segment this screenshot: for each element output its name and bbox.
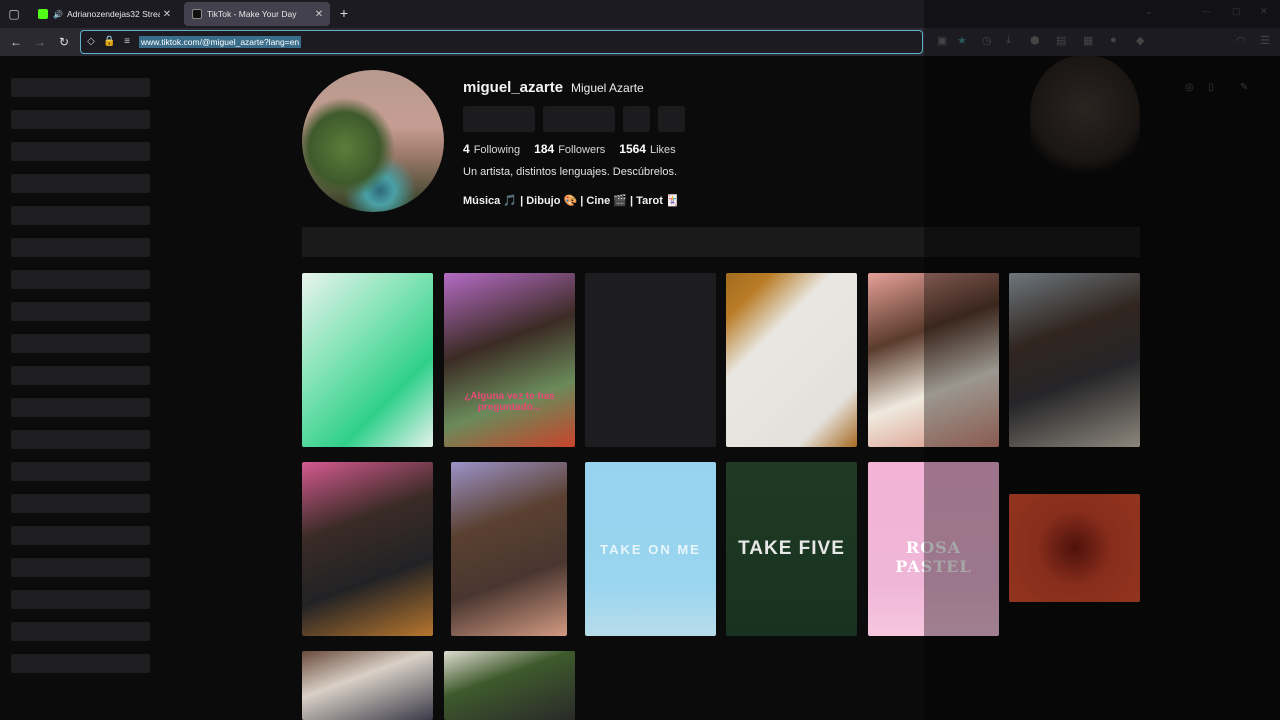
profile-bio-links: Música 🎵 | Dibujo 🎨 | Cine 🎬 | Tarot 🃏: [463, 195, 680, 207]
message-button-placeholder[interactable]: [543, 106, 615, 132]
new-tab-icon[interactable]: +: [336, 6, 352, 22]
settings-icon: ◎: [1185, 82, 1194, 93]
likes-label: Likes: [649, 144, 676, 156]
sidebar-placeholder: [11, 398, 150, 417]
close-tab-icon[interactable]: ✕: [160, 9, 174, 20]
profile-stats: 4 Following 184 Followers 1564 Likes: [463, 142, 676, 156]
sidebar-placeholder: [11, 270, 150, 289]
video-thumbnail-man-brown-shirt[interactable]: [451, 462, 567, 636]
video-thumbnail-alguna-vez[interactable]: ¿Alguna vez te has preguntado...: [444, 273, 575, 447]
sidebar-placeholder: [11, 174, 150, 193]
sidebar-placeholder: [11, 494, 150, 513]
address-bar[interactable]: ◇ 🔒 ≡ www.tiktok.com/@miguel_azarte?lang…: [80, 30, 923, 54]
video-thumbnail-drawing[interactable]: [726, 273, 857, 447]
sidebar-placeholder: [11, 302, 150, 321]
url-text[interactable]: www.tiktok.com/@miguel_azarte?lang=en: [139, 36, 302, 48]
likes-stat: 1564 Likes: [619, 142, 675, 156]
video-overlay-text: ¿Alguna vez te has preguntado...: [464, 391, 555, 413]
speaker-icon[interactable]: 🔊: [53, 10, 63, 19]
suggest-button-placeholder[interactable]: [623, 106, 650, 132]
sidebar-placeholder: [11, 78, 150, 97]
sidebar-placeholder: [11, 206, 150, 225]
tab-list-icon[interactable]: ▢: [6, 6, 22, 22]
following-stat[interactable]: 4 Following: [463, 142, 520, 156]
likes-count: 1564: [619, 142, 646, 156]
video-thumbnail-take-on-me[interactable]: TAKE ON ME: [585, 462, 716, 636]
tiktok-favicon-icon: [192, 9, 202, 19]
following-label: Following: [473, 144, 521, 156]
profile-nickname: Miguel Azarte: [571, 81, 644, 95]
video-overlay-text: TAKE ON ME: [600, 542, 701, 557]
sidebar-placeholder: [11, 462, 150, 481]
sidebar-placeholder: [11, 238, 150, 257]
profile-username: miguel_azarte: [463, 79, 564, 96]
webcam-person: [1030, 56, 1140, 186]
tab-tiktok[interactable]: TikTok - Make Your Day ✕: [184, 2, 330, 26]
video-thumbnail-plant[interactable]: [444, 651, 575, 720]
reload-icon[interactable]: ↻: [56, 34, 72, 50]
video-thumbnail-sketch-portrait[interactable]: [302, 273, 433, 447]
feather-icon: ✎: [1240, 82, 1249, 93]
tab-label: Adrianozendejas32 Stream: [66, 9, 160, 19]
sidebar-placeholder: [11, 526, 150, 545]
followers-label: Followers: [558, 144, 606, 156]
tab-label: TikTok - Make Your Day: [207, 9, 297, 19]
sidebar-placeholder: [11, 430, 150, 449]
profile-avatar[interactable]: [302, 70, 444, 212]
shield-icon[interactable]: ◇: [85, 36, 97, 48]
following-count: 4: [463, 142, 470, 156]
close-tab-icon[interactable]: ✕: [312, 9, 326, 20]
video-thumbnail-piano[interactable]: [302, 462, 433, 636]
forward-icon[interactable]: →: [32, 34, 48, 50]
sidebar-placeholder: [11, 366, 150, 385]
permissions-icon[interactable]: ≡: [121, 36, 133, 48]
kick-favicon-icon: [38, 9, 48, 19]
sidebar-placeholder: [11, 142, 150, 161]
sidebar-placeholder: [11, 654, 150, 673]
sidebar-placeholder: [11, 622, 150, 641]
lock-icon[interactable]: 🔒: [103, 36, 115, 48]
back-icon[interactable]: ←: [8, 34, 24, 50]
video-thumbnail-take-five[interactable]: TAKE FIVE: [726, 462, 857, 636]
followers-count: 184: [534, 142, 555, 156]
sidebar-placeholder: [11, 334, 150, 353]
sidebar-placeholder: [11, 558, 150, 577]
more-button-placeholder[interactable]: [658, 106, 685, 132]
tab-kick-stream[interactable]: 🔊 Adrianozendejas32 Stream ✕: [30, 2, 178, 26]
device-icon: ▯: [1208, 82, 1214, 93]
video-thumbnail-child[interactable]: [302, 651, 433, 720]
sidebar-placeholder: [11, 590, 150, 609]
video-thumbnail-loading[interactable]: [585, 273, 716, 447]
profile-bio: Un artista, distintos lenguajes. Descúbr…: [463, 166, 677, 178]
follow-button-placeholder[interactable]: [463, 106, 535, 132]
video-overlay-text: TAKE FIVE: [738, 538, 845, 559]
sidebar-placeholder: [11, 110, 150, 129]
followers-stat[interactable]: 184 Followers: [534, 142, 605, 156]
